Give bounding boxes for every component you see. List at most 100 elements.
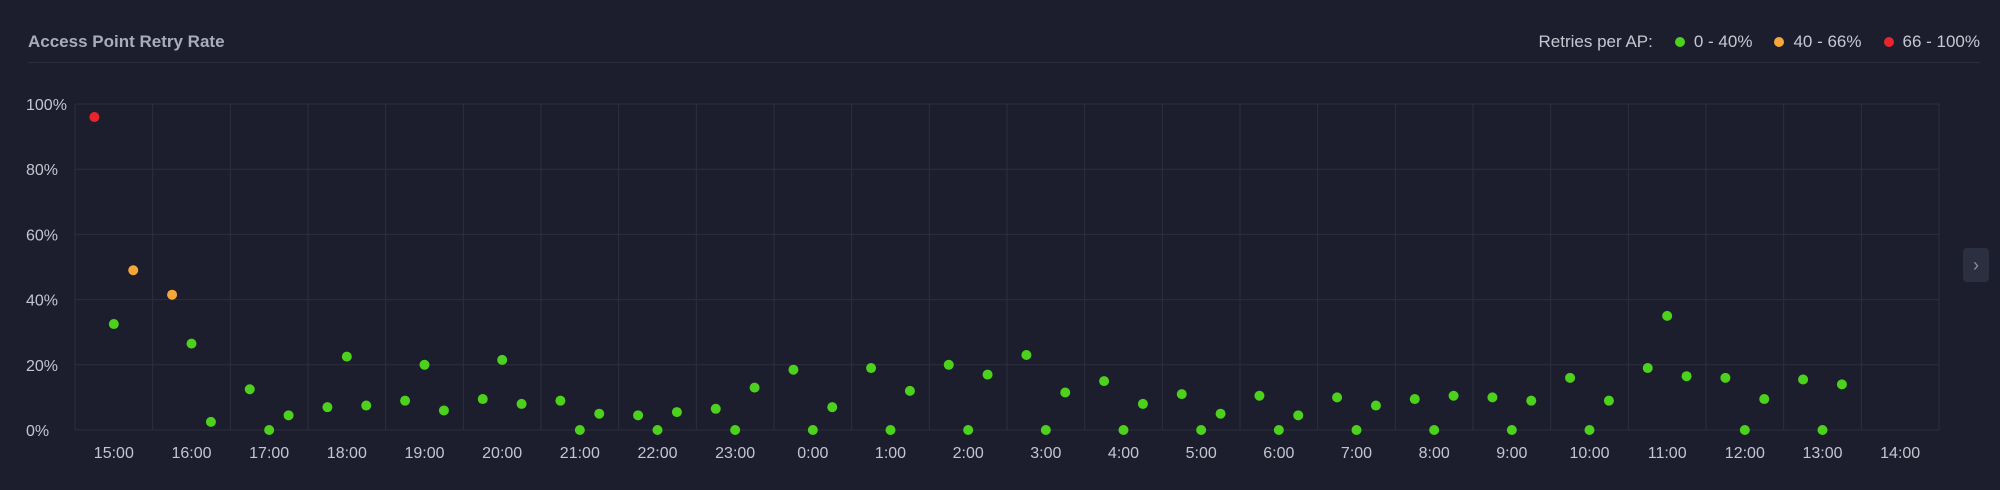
y-tick-label: 40% xyxy=(26,293,58,310)
x-tick-label: 11:00 xyxy=(1648,445,1687,462)
data-point xyxy=(885,425,896,435)
y-tick-label: 60% xyxy=(26,227,58,244)
data-point xyxy=(1137,398,1148,409)
data-point xyxy=(1429,425,1440,435)
data-point xyxy=(1040,425,1051,435)
data-point xyxy=(633,410,644,421)
data-point xyxy=(1293,410,1304,421)
data-point xyxy=(982,369,993,380)
data-point xyxy=(1642,363,1653,374)
x-tick-label: 7:00 xyxy=(1341,445,1372,462)
x-tick-label: 5:00 xyxy=(1186,445,1217,462)
data-point xyxy=(574,425,585,435)
data-point xyxy=(730,425,741,435)
x-tick-label: 0:00 xyxy=(797,445,828,462)
data-point xyxy=(167,289,178,300)
data-point xyxy=(904,385,915,396)
data-point xyxy=(477,394,488,405)
data-point xyxy=(244,384,255,395)
data-point xyxy=(1798,374,1809,385)
x-tick-label: 18:00 xyxy=(327,445,367,462)
x-tick-label: 10:00 xyxy=(1569,445,1609,462)
next-page-button[interactable]: › xyxy=(1963,248,1989,282)
x-tick-label: 20:00 xyxy=(482,445,522,462)
data-point xyxy=(419,359,430,370)
data-point xyxy=(1351,425,1362,435)
data-point xyxy=(710,403,721,414)
x-tick-label: 15:00 xyxy=(94,445,134,462)
y-tick-label: 100% xyxy=(26,97,67,114)
x-tick-label: 22:00 xyxy=(637,445,677,462)
data-point xyxy=(1021,350,1032,361)
x-tick-label: 8:00 xyxy=(1419,445,1450,462)
x-tick-label: 9:00 xyxy=(1496,445,1527,462)
data-point xyxy=(807,425,818,435)
data-point xyxy=(1215,408,1226,419)
data-point xyxy=(1720,372,1731,383)
x-tick-label: 13:00 xyxy=(1802,445,1842,462)
x-tick-label: 16:00 xyxy=(171,445,211,462)
data-point xyxy=(1603,395,1614,406)
data-point xyxy=(1817,425,1828,435)
data-point xyxy=(1409,394,1420,405)
data-point xyxy=(400,395,411,406)
x-tick-label: 1:00 xyxy=(875,445,906,462)
data-point xyxy=(749,382,760,393)
x-tick-label: 17:00 xyxy=(249,445,289,462)
data-point xyxy=(1526,395,1537,406)
data-point xyxy=(1506,425,1517,435)
data-point xyxy=(1662,310,1673,321)
data-point xyxy=(1448,390,1459,401)
y-tick-label: 80% xyxy=(26,162,58,179)
data-point xyxy=(1060,387,1071,398)
x-tick-label: 21:00 xyxy=(560,445,600,462)
x-tick-label: 6:00 xyxy=(1263,445,1294,462)
data-point xyxy=(205,416,216,427)
data-point xyxy=(108,319,119,330)
chevron-right-icon: › xyxy=(1973,254,1979,275)
data-point xyxy=(1176,389,1187,400)
data-point xyxy=(1759,394,1770,405)
x-tick-label: 2:00 xyxy=(953,445,984,462)
x-tick-label: 14:00 xyxy=(1880,445,1920,462)
data-point xyxy=(516,398,527,409)
data-point xyxy=(186,338,197,349)
data-point xyxy=(1836,379,1847,390)
data-point xyxy=(594,408,605,419)
x-tick-label: 23:00 xyxy=(715,445,755,462)
data-point xyxy=(963,425,974,435)
data-point xyxy=(438,405,449,416)
data-point xyxy=(89,112,100,123)
y-tick-label: 0% xyxy=(26,423,49,440)
retry-rate-scatter-chart: 0% 20% 40% 60% 80% 100% 15:00 16:00 17:00 18:00 19… xyxy=(26,97,1940,462)
data-point xyxy=(1254,390,1265,401)
y-tick-label: 20% xyxy=(26,358,58,375)
data-point xyxy=(943,359,954,370)
data-point xyxy=(1487,392,1498,403)
data-point xyxy=(1739,425,1750,435)
data-point xyxy=(1565,372,1576,383)
data-point xyxy=(1681,371,1692,382)
data-point xyxy=(1099,376,1110,387)
data-point xyxy=(1273,425,1284,435)
data-point xyxy=(341,351,352,362)
x-tick-label: 4:00 xyxy=(1108,445,1139,462)
data-point xyxy=(322,402,333,413)
data-point xyxy=(652,425,663,435)
data-point xyxy=(788,364,799,375)
data-point xyxy=(128,265,139,276)
data-point xyxy=(671,407,682,418)
data-point xyxy=(497,354,508,365)
data-point xyxy=(555,395,566,406)
data-point xyxy=(1196,425,1207,435)
x-tick-label: 3:00 xyxy=(1030,445,1061,462)
x-tick-label: 19:00 xyxy=(404,445,444,462)
data-point xyxy=(264,425,275,435)
x-tick-label: 12:00 xyxy=(1725,445,1765,462)
data-point xyxy=(866,363,877,374)
data-point xyxy=(283,410,294,421)
data-point xyxy=(1118,425,1129,435)
data-point xyxy=(1332,392,1343,403)
data-point xyxy=(361,400,372,411)
data-point xyxy=(1584,425,1595,435)
